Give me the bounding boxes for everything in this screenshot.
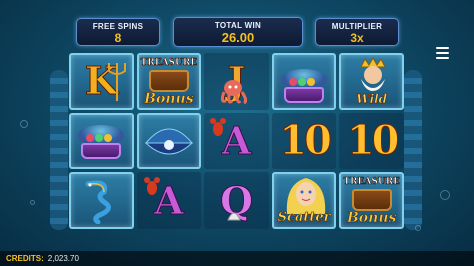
pedestal-icon <box>284 87 325 103</box>
symbol-k: K <box>69 53 134 110</box>
symbol-10-number: 10 <box>346 116 400 164</box>
shell-icon <box>227 212 241 221</box>
bubble <box>30 200 35 205</box>
bonus-label: Bonus <box>144 91 194 108</box>
gems-icon <box>289 73 319 86</box>
treasure-chest-icon <box>351 189 392 212</box>
octopus-icon <box>221 80 248 105</box>
hamburger-menu-icon[interactable] <box>436 47 449 59</box>
bubble <box>415 225 421 231</box>
mermaid-icon <box>286 178 325 215</box>
symbol-10: 10 <box>271 112 337 170</box>
scatter-label: Scatter <box>277 210 331 226</box>
trident-icon <box>107 63 126 101</box>
symbol-10: 10 <box>339 112 404 170</box>
bubble <box>440 190 450 200</box>
reel-grid: K TREASURE Bonus J Wild <box>69 53 404 229</box>
gems-icon <box>86 129 116 142</box>
symbol-treasure-bonus: TREASURE Bonus <box>339 172 404 229</box>
treasure-chest-icon <box>148 70 189 92</box>
wild-label: Wild <box>356 92 388 107</box>
reel-border-right <box>404 70 422 230</box>
symbol-10-number: 10 <box>279 116 333 164</box>
total-win-value: 26.00 <box>221 30 255 45</box>
symbol-treasure-bonus: TREASURE Bonus <box>136 53 202 110</box>
bonus-label: Bonus <box>346 210 397 227</box>
symbol-clam-gems <box>271 53 337 110</box>
clam-pearl-icon <box>144 128 194 155</box>
symbol-j: J <box>204 53 269 110</box>
symbol-mermaid-scatter: Scatter <box>271 172 337 229</box>
credits-value: 2,023.70 <box>47 254 79 263</box>
symbol-a: A <box>136 172 202 229</box>
total-win-panel: TOTAL WIN 26.00 <box>173 17 303 47</box>
multiplier-panel: MULTIPLIER 3x <box>315 18 399 46</box>
lobster-icon <box>210 117 227 136</box>
king-icon <box>360 57 387 91</box>
symbol-clam-gems <box>69 112 134 170</box>
reel-border-left <box>50 70 68 230</box>
sea-dragon-icon <box>85 180 112 224</box>
treasure-label: TREASURE <box>140 58 198 69</box>
symbol-clam-pearl <box>136 112 202 170</box>
credits-label: CREDITS: <box>6 254 44 263</box>
pedestal-icon <box>81 142 122 159</box>
bubble <box>20 120 28 128</box>
credits-display: CREDITS: 2,023.70 <box>6 254 79 263</box>
lobster-icon <box>143 177 160 196</box>
symbol-a: A <box>204 112 269 170</box>
free-spins-value: 8 <box>114 31 122 45</box>
multiplier-value: 3x <box>350 31 364 45</box>
free-spins-panel: FREE SPINS 8 <box>76 18 160 46</box>
symbol-q: Q <box>204 172 269 229</box>
symbol-seahorse-dragon <box>69 172 134 229</box>
symbol-king-wild: Wild <box>339 53 404 110</box>
treasure-label: TREASURE <box>343 177 401 188</box>
